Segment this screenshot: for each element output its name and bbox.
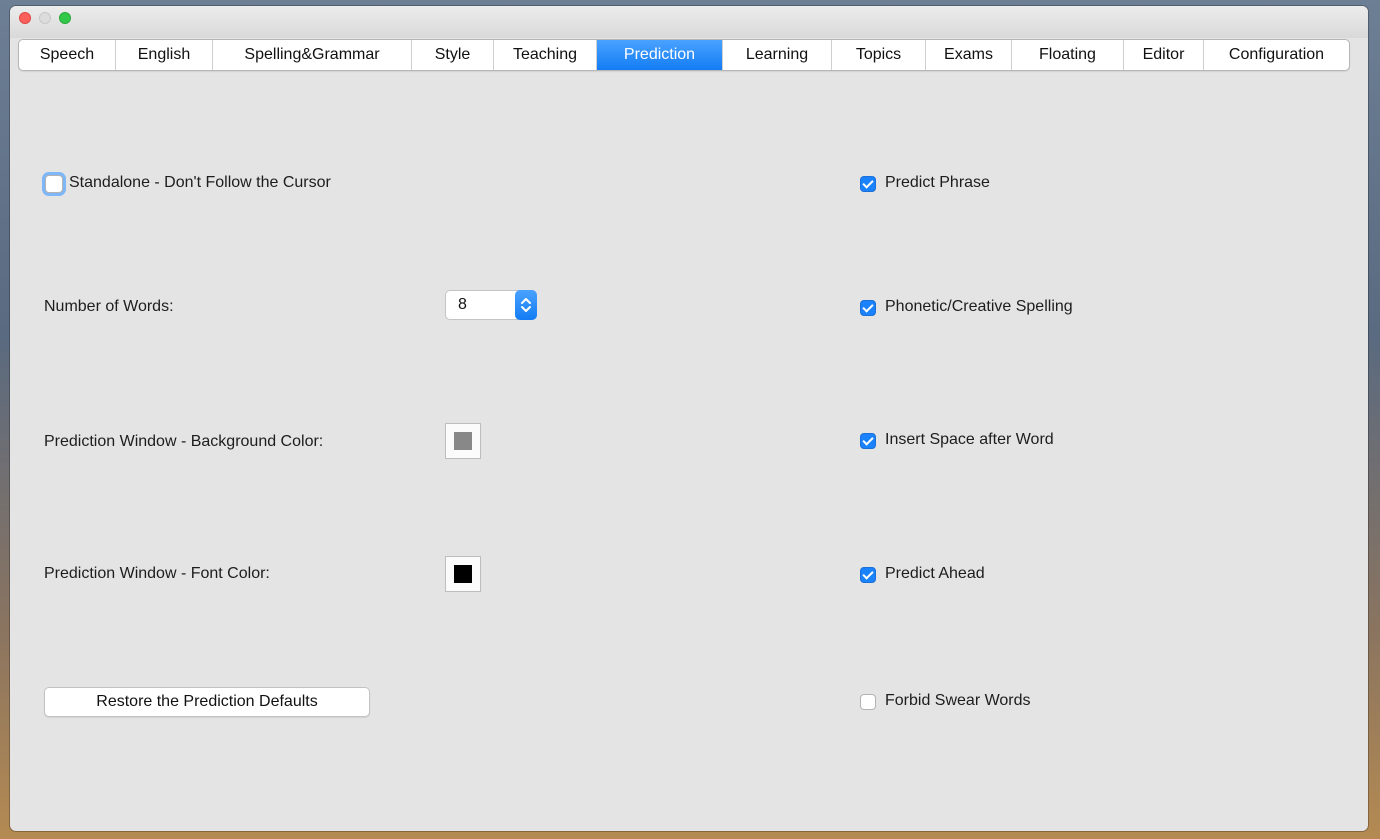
tab-editor[interactable]: Editor [1124, 40, 1204, 70]
phonetic-spelling-label: Phonetic/Creative Spelling [885, 298, 1073, 315]
title-bar [10, 6, 1368, 38]
font-color-swatch [454, 565, 472, 583]
standalone-label: Standalone - Don't Follow the Cursor [69, 174, 331, 191]
tab-prediction[interactable]: Prediction [597, 40, 723, 70]
predict-phrase-label: Predict Phrase [885, 174, 990, 191]
stepper-arrows-icon[interactable] [515, 290, 537, 320]
font-color-label: Prediction Window - Font Color: [44, 565, 270, 582]
forbid-swear-checkbox[interactable] [860, 694, 876, 710]
tab-bar: Speech English Spelling&Grammar Style Te… [18, 39, 1350, 71]
font-color-well[interactable] [445, 556, 481, 592]
phonetic-spelling-checkbox[interactable] [860, 300, 876, 316]
tab-learning[interactable]: Learning [723, 40, 832, 70]
restore-defaults-button[interactable]: Restore the Prediction Defaults [44, 687, 370, 717]
forbid-swear-label: Forbid Swear Words [885, 692, 1031, 709]
background-color-swatch [454, 432, 472, 450]
tab-topics[interactable]: Topics [832, 40, 926, 70]
insert-space-label: Insert Space after Word [885, 431, 1054, 448]
tab-spelling-grammar[interactable]: Spelling&Grammar [213, 40, 412, 70]
predict-ahead-label: Predict Ahead [885, 565, 985, 582]
standalone-checkbox[interactable] [45, 175, 63, 193]
tab-configuration[interactable]: Configuration [1204, 40, 1349, 70]
background-color-label: Prediction Window - Background Color: [44, 433, 324, 450]
background-color-well[interactable] [445, 423, 481, 459]
number-of-words-stepper[interactable]: 8 [445, 290, 537, 320]
tab-teaching[interactable]: Teaching [494, 40, 597, 70]
minimize-window-button[interactable] [39, 12, 51, 24]
tab-exams[interactable]: Exams [926, 40, 1012, 70]
insert-space-checkbox[interactable] [860, 433, 876, 449]
tab-speech[interactable]: Speech [19, 40, 116, 70]
tab-english[interactable]: English [116, 40, 213, 70]
close-window-button[interactable] [19, 12, 31, 24]
predict-phrase-checkbox[interactable] [860, 176, 876, 192]
preferences-window: Speech English Spelling&Grammar Style Te… [10, 6, 1368, 831]
zoom-window-button[interactable] [59, 12, 71, 24]
number-of-words-value: 8 [458, 296, 467, 313]
tab-floating[interactable]: Floating [1012, 40, 1124, 70]
predict-ahead-checkbox[interactable] [860, 567, 876, 583]
number-of-words-label: Number of Words: [44, 298, 174, 315]
tab-style[interactable]: Style [412, 40, 494, 70]
